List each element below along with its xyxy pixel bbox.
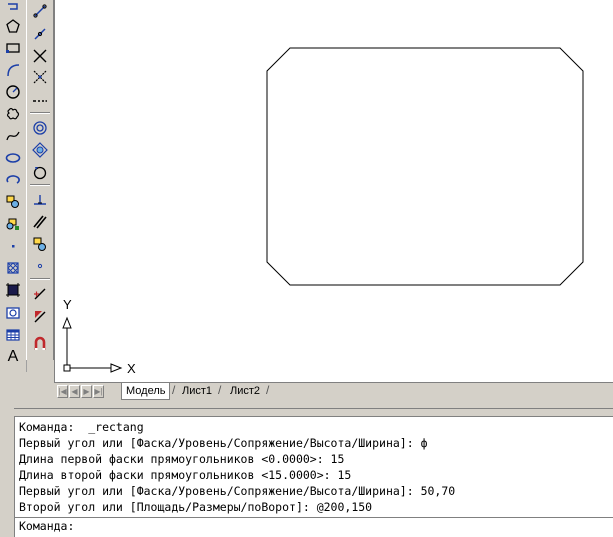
fillet-icon[interactable] [29,306,51,326]
move-icon[interactable] [29,118,51,138]
stretch-icon[interactable] [29,190,51,210]
tab-nav-last-icon[interactable]: ▶| [93,385,104,398]
tab-nav-first-icon[interactable]: |◀ [57,385,68,398]
command-history-line: Команда: _rectang [19,420,144,434]
command-history: Команда: _rectang Первый угол или [Фаска… [19,419,613,515]
tab-layout2[interactable]: Лист2 [226,383,264,399]
command-history-line: Второй угол или [Площадь/Размеры/поВорот… [19,500,373,514]
explode-icon[interactable] [29,334,51,354]
hatch-icon[interactable] [2,258,24,278]
tab-divider: / [266,383,270,397]
ucs-y-label: Y [63,297,72,312]
ellipse-arc-icon[interactable] [2,170,24,190]
array-icon[interactable] [29,91,51,111]
toolbar-separator [30,112,50,114]
draw-toolbar: A [0,0,27,372]
erase-icon[interactable] [29,1,51,21]
toolbar-separator [30,278,50,280]
multiline-text-icon[interactable]: A [2,347,24,367]
drawing-area[interactable] [55,0,613,382]
command-history-line: Длина второй фаски прямоугольников <15.0… [19,468,352,482]
fillet-icon[interactable] [29,284,51,304]
polygon-icon[interactable] [2,16,24,36]
ucs-icon [62,316,123,373]
extend-icon[interactable] [29,234,51,254]
command-input[interactable]: Команда: [15,517,613,536]
command-window: Команда: _rectang Первый угол или [Фаска… [14,416,613,537]
tab-nav-next-icon[interactable]: ▶ [81,385,92,398]
chamfered-rectangle[interactable] [266,47,584,286]
tab-layout1[interactable]: Лист1 [178,383,216,399]
modify-toolbar [26,0,54,360]
tab-nav-prev-icon[interactable]: ◀ [69,385,80,398]
table-icon[interactable] [2,325,24,345]
insert-block-icon[interactable] [2,192,24,212]
layout-tab-bar: |◀ ◀ ▶ ▶| Модель / Лист1 / Лист2 / [54,382,613,401]
command-history-line: Первый угол или [Фаска/Уровень/Сопряжени… [19,436,428,450]
command-history-line: Первый угол или [Фаска/Уровень/Сопряжени… [19,484,456,498]
ucs-x-label: X [127,361,136,376]
command-history-line: Длина первой фаски прямоугольников <0.00… [19,452,345,466]
command-window-gutter [0,408,14,536]
trim-icon[interactable] [29,212,51,232]
rotate-icon[interactable] [29,140,51,160]
rectangle-icon[interactable] [2,38,24,58]
tab-model[interactable]: Модель [121,383,171,400]
revcloud-icon[interactable] [2,104,24,124]
mirror-icon[interactable] [29,46,51,66]
tab-divider: / [218,383,222,397]
ellipse-icon[interactable] [2,148,24,168]
break-icon[interactable] [29,256,51,276]
command-prompt: Команда: [19,519,75,533]
spline-icon[interactable] [2,126,24,146]
tab-divider: / [172,383,176,397]
drawing-canvas[interactable]: Y X [54,0,613,382]
arc-icon[interactable] [2,60,24,80]
circle-icon[interactable] [2,82,24,102]
gradient-icon[interactable] [2,280,24,300]
toolbar-separator [30,184,50,186]
offset-icon[interactable] [29,67,51,87]
scale-icon[interactable] [29,162,51,182]
window-splitter[interactable] [0,400,613,409]
point-icon[interactable] [2,236,24,256]
copy-icon[interactable] [29,24,51,44]
make-block-icon[interactable] [2,214,24,234]
region-icon[interactable] [2,303,24,323]
